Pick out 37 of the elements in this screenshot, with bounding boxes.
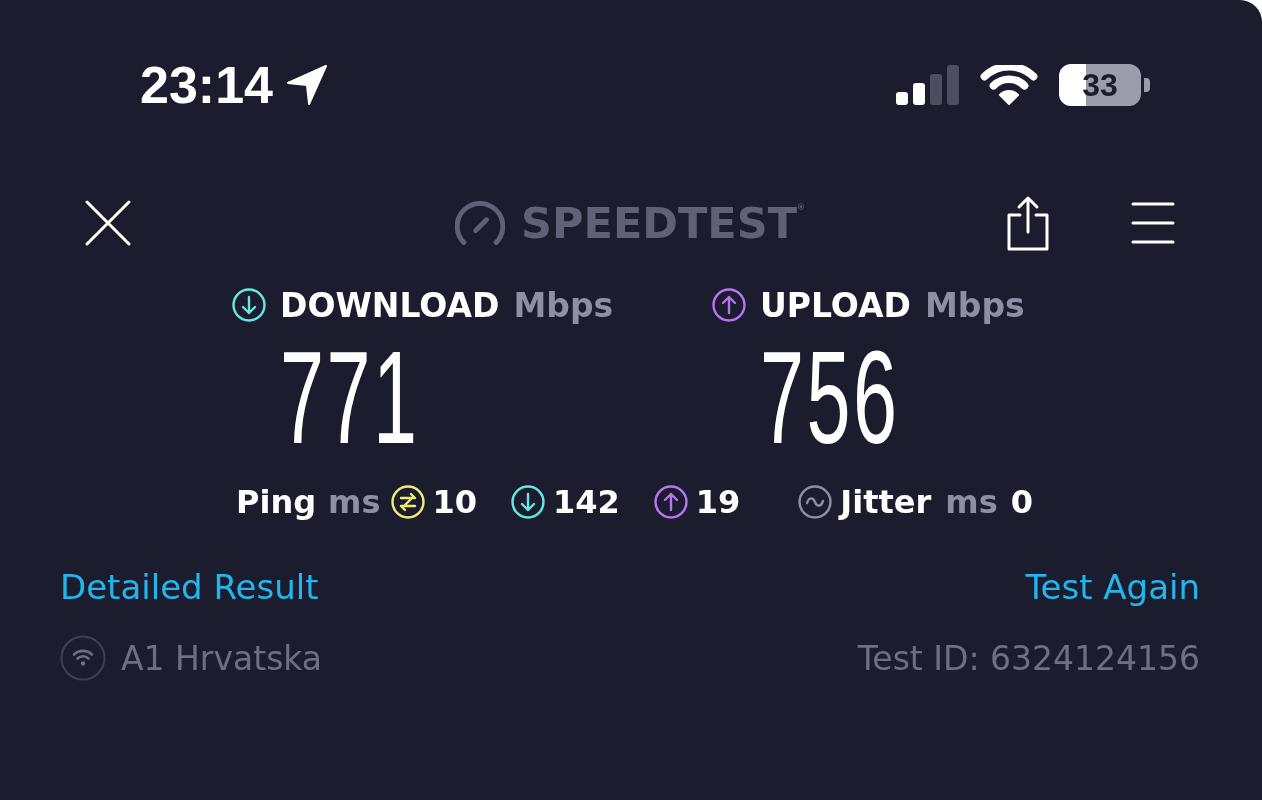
speed-value: 756 [760,332,900,464]
download-icon [511,485,546,519]
menu-icon [1131,201,1175,245]
test-again-link[interactable]: Test Again [1025,567,1200,607]
location-arrow-icon [287,65,327,105]
signal-bars-icon [896,65,959,105]
jitter-icon [798,485,833,519]
ping-label: Ping [236,483,317,521]
download-icon [232,288,266,322]
test-id-text: Test ID: 6324124156 [857,638,1200,678]
unit-label: Mbps [513,285,614,325]
menu-button[interactable] [1131,201,1175,245]
speed-value: 771 [280,332,420,464]
ping-value: 10 [432,483,478,521]
upload-icon [712,288,746,322]
provider-name: A1 Hrvatska [121,638,323,678]
result-label: UPLOAD [760,285,911,325]
unit-label: ms [945,483,998,521]
unit-label: Mbps [924,285,1025,325]
close-button[interactable] [85,200,131,246]
result-label: DOWNLOAD [280,285,500,325]
unit-label: ms [328,483,381,521]
clock-time: 23:14 [140,59,273,111]
ping-value: 19 [695,483,741,521]
share-button[interactable] [1007,195,1049,251]
wifi-network-icon [60,635,106,681]
wifi-icon [979,65,1039,105]
gauge-icon [455,201,506,245]
speedtest-wordmark: SPEEDTEST$^{®}$ [521,201,805,245]
detailed-result-link[interactable]: Detailed Result [60,567,319,607]
close-icon [85,200,131,246]
jitter-label: Jitter [840,483,932,521]
jitter-value: 0 [1010,483,1033,521]
upload-icon [653,485,688,519]
ping-value: 142 [553,483,620,521]
share-icon [1007,195,1049,251]
ping-icon [390,485,425,519]
